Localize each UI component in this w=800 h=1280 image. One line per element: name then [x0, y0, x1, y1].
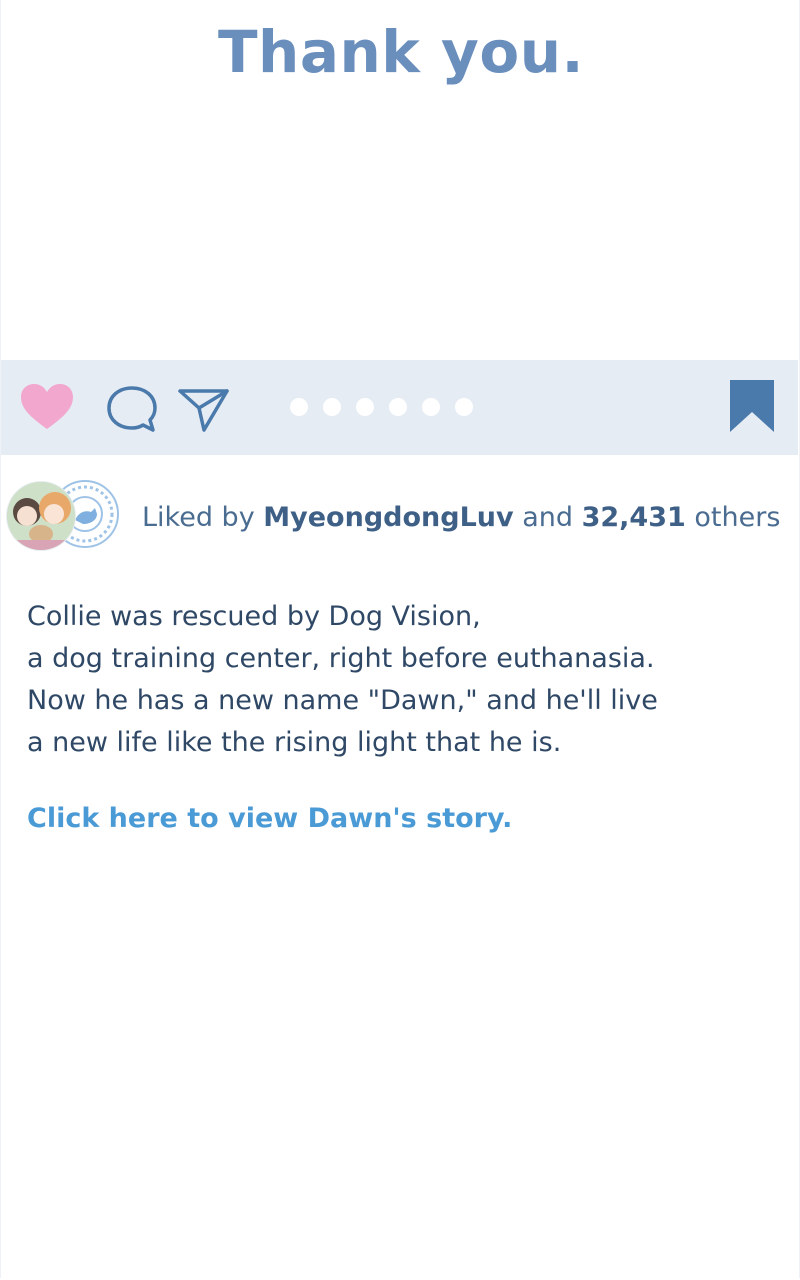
likes-summary: Liked by MyeongdongLuv and 32,431 others: [142, 502, 780, 533]
carousel-dot[interactable]: [356, 398, 374, 416]
caption-line: Collie was rescued by Dog Vision,: [27, 601, 481, 632]
bookmark-icon[interactable]: [728, 378, 776, 434]
comment-icon[interactable]: [105, 384, 159, 434]
carousel-indicator: [290, 398, 473, 416]
avatar-user[interactable]: [7, 482, 75, 550]
likes-row: Liked by MyeongdongLuv and 32,431 others: [1, 478, 800, 558]
carousel-dot[interactable]: [323, 398, 341, 416]
carousel-dot[interactable]: [290, 398, 308, 416]
likes-prefix: Liked by: [142, 502, 255, 533]
action-bar: [1, 360, 798, 455]
caption-line: a new life like the rising light that he…: [27, 727, 562, 758]
likes-suffix: others: [694, 502, 781, 533]
page-title: Thank you.: [217, 18, 585, 86]
likes-connector: and: [522, 502, 573, 533]
post-card: Thank you. Liked by MyeongdongLuv and 32…: [0, 0, 800, 1278]
carousel-dot[interactable]: [422, 398, 440, 416]
caption-line: a dog training center, right before euth…: [27, 643, 655, 674]
view-story-link[interactable]: Click here to view Dawn's story.: [27, 803, 512, 834]
liked-by-user-link[interactable]: MyeongdongLuv: [263, 502, 513, 533]
post-caption: Collie was rescued by Dog Vision, a dog …: [27, 596, 767, 764]
heart-icon[interactable]: [19, 382, 75, 432]
likes-count[interactable]: 32,431: [582, 502, 686, 533]
caption-line: Now he has a new name "Dawn," and he'll …: [27, 685, 658, 716]
user-photo-icon: [7, 482, 75, 550]
carousel-dot[interactable]: [389, 398, 407, 416]
paper-plane-icon[interactable]: [177, 386, 231, 434]
carousel-dot[interactable]: [455, 398, 473, 416]
